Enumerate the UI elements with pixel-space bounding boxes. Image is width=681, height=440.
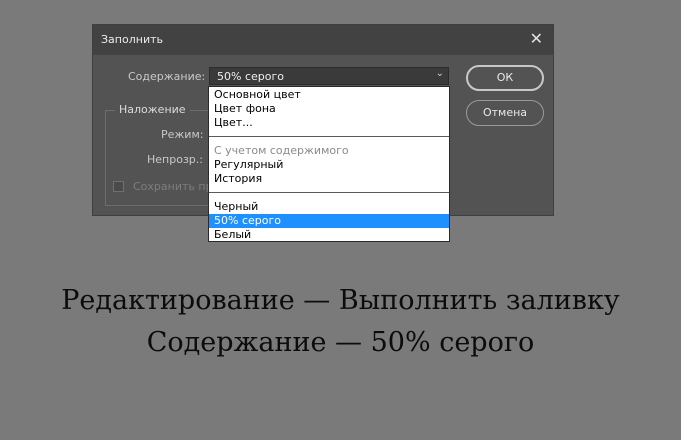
option-white[interactable]: Белый [209,228,449,242]
preserve-transparency-checkbox[interactable] [113,181,124,192]
caption-line-2: Содержание — 50% серого [146,327,535,358]
opacity-label: Непрозр.: [147,153,203,166]
option-history[interactable]: История [209,172,449,186]
content-label: Содержание: [128,70,206,83]
mode-label: Режим: [161,128,204,141]
option-color[interactable]: Цвет... [209,116,449,130]
option-pattern[interactable]: Регулярный [209,158,449,172]
close-icon[interactable]: ✕ [530,29,543,49]
content-select[interactable]: 50% серого ⌄ [209,67,449,85]
option-black[interactable]: Черный [209,200,449,214]
option-background-color[interactable]: Цвет фона [209,102,449,116]
blending-group-title: Наложение [115,103,190,116]
dropdown-separator [209,136,449,137]
option-50-gray[interactable]: 50% серого [209,214,449,228]
content-dropdown-list: Основной цвет Цвет фона Цвет... С учетом… [208,86,450,242]
content-select-value: 50% серого [217,70,284,83]
option-content-aware: С учетом содержимого [214,144,349,157]
caption-line-1: Редактирование — Выполнить заливку [61,285,620,316]
ok-button[interactable]: ОК [466,65,544,91]
chevron-down-icon[interactable]: ⌄ [436,68,444,79]
preserve-transparency-label: Сохранить пр [133,180,213,193]
dialog-title: Заполнить [101,33,163,46]
cancel-button[interactable]: Отмена [466,100,544,126]
dialog-titlebar[interactable]: Заполнить ✕ [93,25,553,55]
dropdown-separator [209,192,449,193]
option-foreground-color[interactable]: Основной цвет [209,88,449,102]
